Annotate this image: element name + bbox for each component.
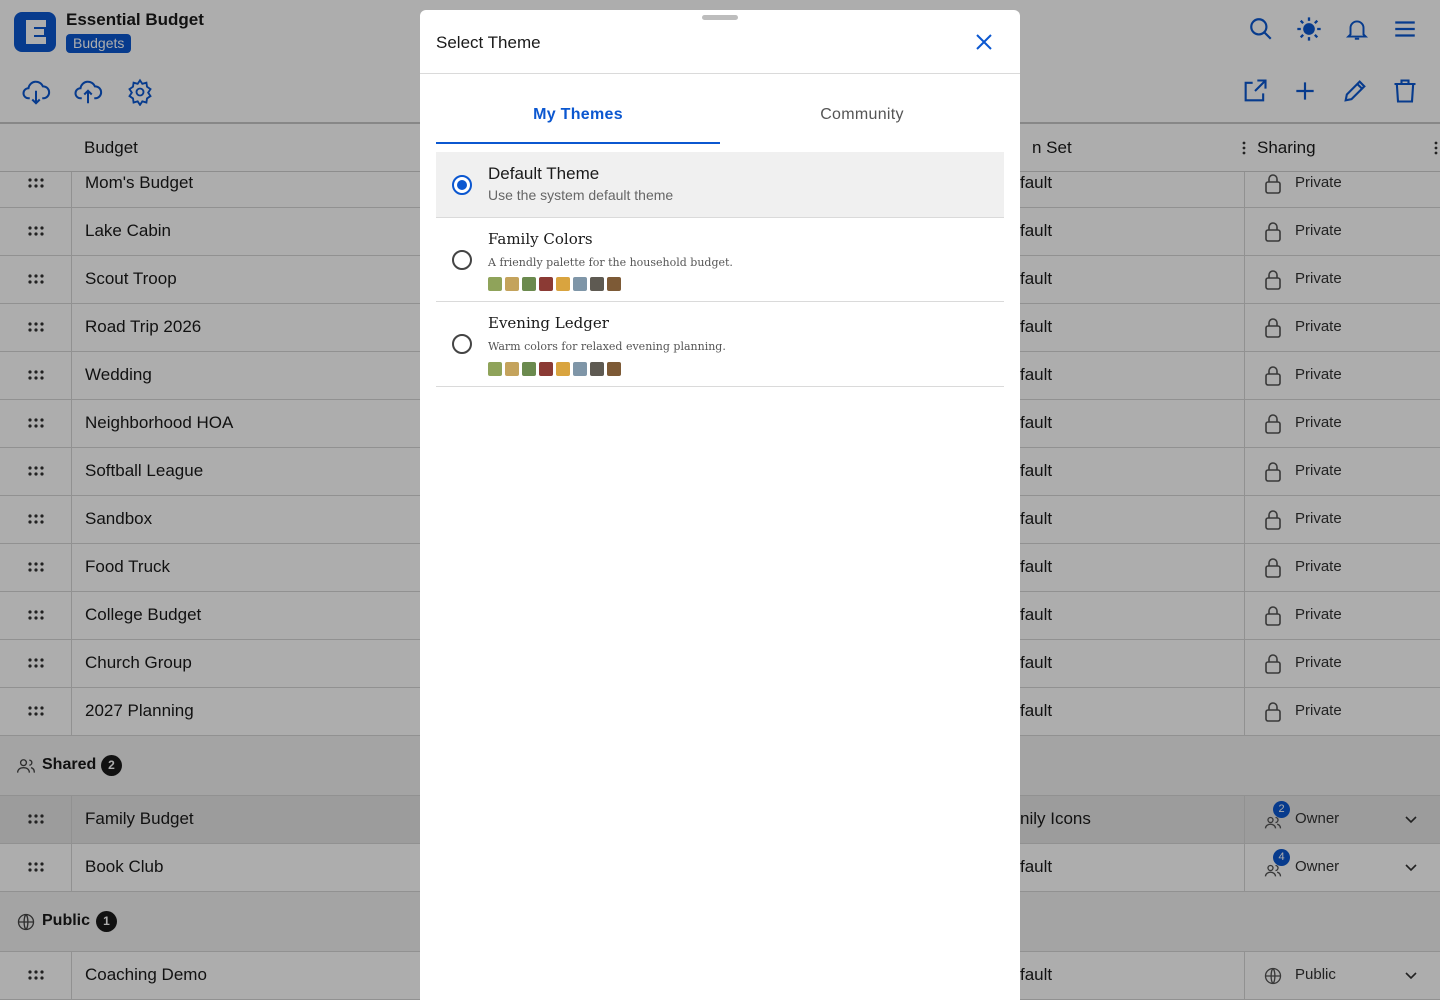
color-swatch <box>522 362 536 376</box>
theme-radio[interactable] <box>452 250 472 270</box>
color-swatches <box>488 277 621 291</box>
color-swatch <box>556 277 570 291</box>
color-swatch <box>607 362 621 376</box>
color-swatch <box>573 362 587 376</box>
theme-tabs: My Themes Community <box>436 94 1004 144</box>
color-swatch <box>590 362 604 376</box>
color-swatch <box>488 277 502 291</box>
dialog-title: Select Theme <box>436 33 541 52</box>
color-swatch <box>539 362 553 376</box>
color-swatches <box>488 362 621 376</box>
theme-name: Default Theme <box>488 164 600 183</box>
select-theme-dialog: Select Theme My Themes Community Default… <box>420 10 1020 1000</box>
tab-my-themes[interactable]: My Themes <box>436 94 720 144</box>
color-swatch <box>539 277 553 291</box>
theme-description: Use the system default theme <box>488 187 674 203</box>
theme-radio[interactable] <box>452 175 472 195</box>
dialog-header: Select Theme <box>420 10 1020 74</box>
theme-option-family-colors[interactable]: Family Colors A friendly palette for the… <box>436 218 1004 302</box>
theme-name: Evening Ledger <box>488 314 609 332</box>
tab-community[interactable]: Community <box>720 94 1004 144</box>
theme-description: Warm colors for relaxed evening planning… <box>488 340 726 353</box>
theme-description: A friendly palette for the household bud… <box>488 256 733 269</box>
color-swatch <box>556 362 570 376</box>
color-swatch <box>573 277 587 291</box>
theme-option-evening-ledger[interactable]: Evening Ledger Warm colors for relaxed e… <box>436 302 1004 387</box>
color-swatch <box>505 277 519 291</box>
close-icon[interactable] <box>972 30 996 54</box>
drag-handle[interactable] <box>702 15 738 20</box>
color-swatch <box>488 362 502 376</box>
theme-option-default[interactable]: Default Theme Use the system default the… <box>436 152 1004 218</box>
color-swatch <box>522 277 536 291</box>
theme-name: Family Colors <box>488 230 593 248</box>
theme-radio[interactable] <box>452 334 472 354</box>
color-swatch <box>505 362 519 376</box>
color-swatch <box>590 277 604 291</box>
color-swatch <box>607 277 621 291</box>
